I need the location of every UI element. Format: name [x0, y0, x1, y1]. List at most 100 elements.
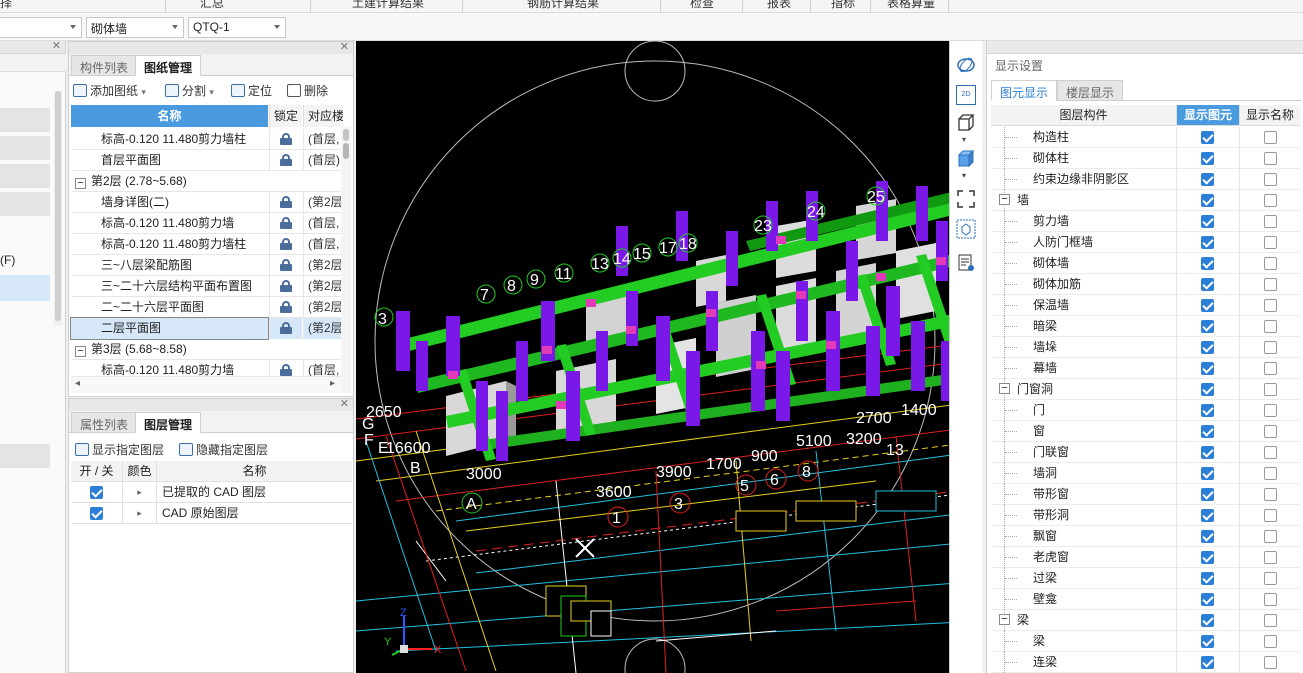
- drawing-row[interactable]: 标高-0.120 11.480剪力墙 (首层,: [71, 360, 341, 377]
- chevron-down-icon[interactable]: ▾: [962, 135, 966, 144]
- nav-item-selected[interactable]: [0, 275, 50, 301]
- scroll-left-icon[interactable]: ◂: [75, 378, 80, 389]
- lock-cell[interactable]: [269, 255, 302, 276]
- column-header-name[interactable]: 名称: [71, 105, 268, 127]
- hide-layer-button[interactable]: 隐藏指定图层: [179, 441, 268, 458]
- display-box-icon[interactable]: [956, 219, 976, 239]
- orbit-icon[interactable]: [956, 55, 976, 75]
- lock-cell[interactable]: [269, 192, 302, 213]
- tab-drawing-manager[interactable]: 图纸管理: [135, 55, 202, 76]
- drawing-row[interactable]: 标高-0.120 11.480剪力墙 (首层,: [71, 213, 341, 234]
- scroll-right-icon[interactable]: ▸: [330, 378, 335, 389]
- layer-visible-checkbox[interactable]: [90, 507, 103, 520]
- lock-cell[interactable]: [269, 297, 302, 318]
- column-header-lock[interactable]: 锁定: [269, 105, 302, 127]
- layer-visible-checkbox[interactable]: [90, 486, 103, 499]
- nav-item[interactable]: [0, 164, 50, 188]
- lock-icon: [280, 280, 292, 292]
- drawing-row[interactable]: 墙身详图(二) (第2层: [71, 192, 343, 213]
- tab-layer-manager[interactable]: 图层管理: [135, 412, 202, 433]
- drawing-name: 三~二十六层结构平面布置图: [101, 279, 253, 293]
- column-header-show-element[interactable]: 显示图元: [1177, 105, 1240, 126]
- drawing-row[interactable]: 二~二十六层平面图 (第2层: [71, 297, 343, 318]
- delete-button[interactable]: 删除: [287, 82, 328, 99]
- chevron-down-icon[interactable]: ▾: [962, 171, 966, 180]
- scrollbar-thumb[interactable]: [55, 91, 61, 321]
- nav-item[interactable]: [0, 108, 50, 132]
- expand-arrow-icon[interactable]: ▸: [123, 482, 157, 503]
- add-drawing-button[interactable]: 添加图纸 ▾: [73, 82, 146, 99]
- tab-element-display[interactable]: 图元显示: [991, 80, 1058, 101]
- menu-table-calc[interactable]: 表格算量: [887, 0, 935, 11]
- scrollbar-thumb[interactable]: [343, 129, 349, 141]
- lock-cell[interactable]: [269, 276, 302, 297]
- orbit-handle-bottom[interactable]: [624, 638, 686, 673]
- panel-title: 显示设置: [995, 59, 1044, 73]
- drawing-row[interactable]: 三~八层梁配筋图 (第2层: [71, 255, 343, 276]
- menu-rebar-result[interactable]: 钢筋计算结果: [527, 0, 599, 11]
- scrollbar[interactable]: [54, 91, 62, 326]
- tab-property-list[interactable]: 属性列表: [71, 412, 138, 433]
- drawing-row[interactable]: 首层平面图 (首层): [71, 150, 341, 171]
- locate-button[interactable]: 定位: [231, 82, 272, 99]
- floor-select[interactable]: [0, 17, 82, 38]
- tab-floor-display[interactable]: 楼层显示: [1057, 80, 1124, 101]
- split-button[interactable]: 分割 ▾: [165, 82, 214, 99]
- lock-cell[interactable]: [269, 318, 302, 339]
- menu-select[interactable]: 择: [0, 0, 12, 11]
- drawing-row-selected[interactable]: 二层平面图 (第2层: [70, 317, 343, 340]
- lock-cell[interactable]: [269, 129, 302, 150]
- menu-summary[interactable]: 汇总: [200, 0, 224, 11]
- drawing-row[interactable]: 标高-0.120 11.480剪力墙柱 (首层,: [71, 129, 341, 150]
- close-icon[interactable]: ✕: [340, 397, 349, 410]
- menu-report[interactable]: 报表: [767, 0, 791, 11]
- document-view-icon[interactable]: [956, 253, 976, 273]
- svg-text:G: G: [362, 416, 374, 433]
- lock-cell[interactable]: [269, 213, 302, 234]
- menu-civil-result[interactable]: 土建计算结果: [352, 0, 424, 11]
- menu-index[interactable]: 指标: [831, 0, 855, 11]
- nav-item[interactable]: [0, 192, 50, 216]
- column-header-onoff[interactable]: 开 / 关: [71, 461, 123, 482]
- expand-arrow-icon[interactable]: ▸: [123, 503, 157, 524]
- column-header-floor[interactable]: 对应楼: [303, 105, 343, 127]
- model-canvas[interactable]: 3 7 8 9 11 13 14 15 17 18 23 24 25 2700 …: [356, 41, 982, 673]
- lock-cell[interactable]: [269, 234, 302, 255]
- column-header-layer-component[interactable]: 图层构件: [991, 105, 1177, 126]
- component-select-value: QTQ-1: [193, 20, 230, 34]
- vertical-scrollbar[interactable]: [341, 127, 351, 393]
- locate-icon: [231, 84, 245, 97]
- orbit-handle-top[interactable]: [624, 41, 686, 102]
- tab-component-list[interactable]: 构件列表: [71, 55, 138, 76]
- fullscreen-icon[interactable]: [956, 189, 976, 209]
- drawing-row[interactable]: 三~二十六层结构平面布置图 (第2层: [71, 276, 343, 297]
- 3d-viewport[interactable]: 3 7 8 9 11 13 14 15 17 18 23 24 25 2700 …: [356, 41, 982, 673]
- floor-group-row[interactable]: − 第3层 (5.68~8.58): [71, 339, 341, 360]
- lock-cell[interactable]: [269, 150, 302, 171]
- collapse-icon[interactable]: −: [75, 346, 86, 357]
- floor-group-row[interactable]: − 第2层 (2.78~5.68): [71, 171, 341, 192]
- show-layer-button[interactable]: 显示指定图层: [75, 441, 164, 458]
- close-icon[interactable]: ✕: [340, 40, 349, 53]
- layer-row[interactable]: ▸ 已提取的 CAD 图层: [71, 482, 352, 503]
- horizontal-scrollbar[interactable]: ◂ ▸: [71, 377, 341, 393]
- column-header-show-name[interactable]: 显示名称: [1240, 105, 1300, 126]
- nav-item[interactable]: [0, 136, 50, 160]
- lock-icon: [280, 133, 292, 145]
- solid-cube-icon[interactable]: [956, 149, 976, 169]
- view-2d-button[interactable]: 2D: [956, 85, 976, 105]
- column-header-color[interactable]: 颜色: [123, 461, 157, 482]
- view-3d-cube-icon[interactable]: [956, 113, 976, 133]
- lock-cell[interactable]: [269, 360, 302, 376]
- column-header-layer-name[interactable]: 名称: [157, 461, 352, 482]
- collapse-icon[interactable]: −: [75, 178, 86, 189]
- layer-row[interactable]: ▸ CAD 原始图层: [71, 503, 352, 524]
- category-select[interactable]: 砌体墙: [86, 17, 184, 38]
- drawing-row[interactable]: 标高-0.120 11.480剪力墙柱 (首层,: [71, 234, 341, 255]
- component-select[interactable]: QTQ-1: [188, 17, 286, 38]
- close-icon[interactable]: ✕: [52, 39, 61, 52]
- nav-item[interactable]: [0, 444, 50, 468]
- scrollbar-thumb[interactable]: [343, 143, 349, 159]
- menu-check[interactable]: 检查: [690, 0, 714, 11]
- axis-bubble: 17: [658, 237, 678, 257]
